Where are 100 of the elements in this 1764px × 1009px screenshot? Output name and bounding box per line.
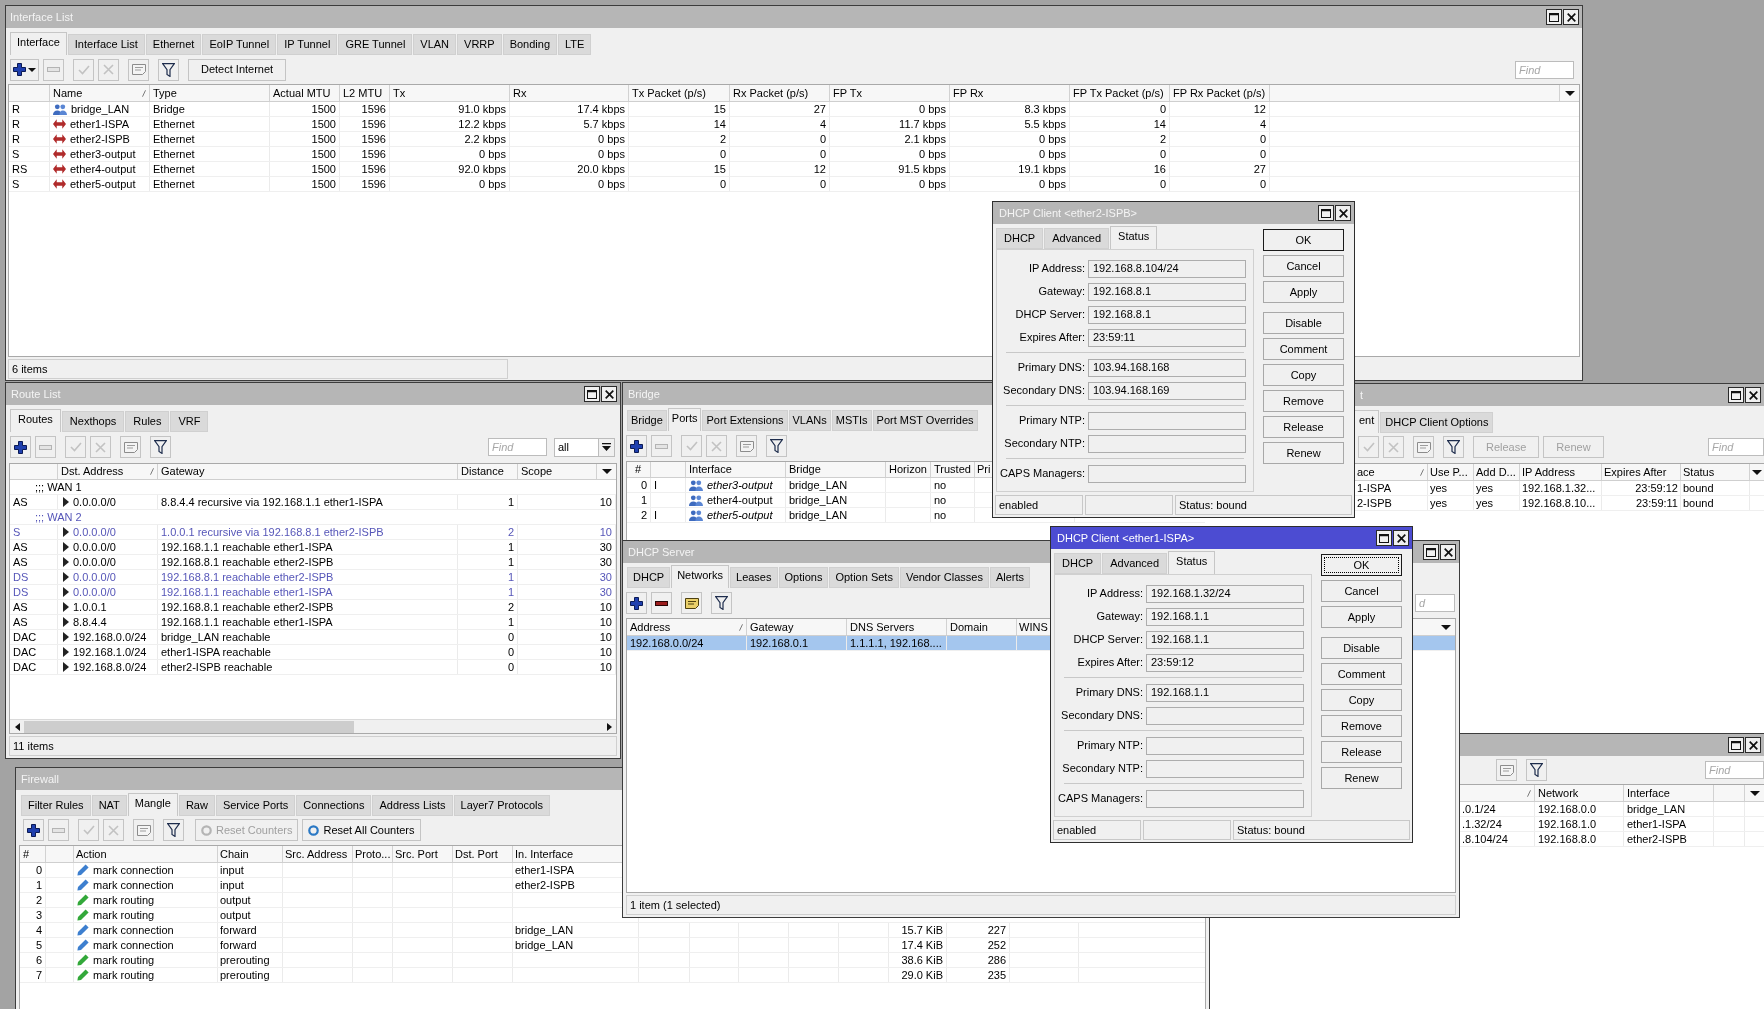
tab[interactable]: DHCP xyxy=(1054,553,1102,574)
column-header[interactable]: Distance xyxy=(461,464,504,479)
tab[interactable]: Raw xyxy=(178,795,215,816)
dialog-button[interactable]: Comment xyxy=(1321,663,1402,685)
caret-icon[interactable] xyxy=(1564,90,1575,96)
tab[interactable]: Routes xyxy=(10,409,61,432)
tab[interactable]: Vendor Classes xyxy=(899,567,989,588)
column-header[interactable]: Expires After xyxy=(1604,464,1667,480)
right-arrow-icon[interactable] xyxy=(606,722,612,731)
maximize-button[interactable] xyxy=(1728,387,1744,403)
dropdown[interactable]: all xyxy=(554,437,615,457)
tab[interactable]: Bonding xyxy=(502,34,557,55)
caret-icon[interactable] xyxy=(1441,624,1451,630)
column-header[interactable]: Trusted xyxy=(934,462,971,477)
tab[interactable]: ent xyxy=(1354,410,1380,433)
column-header[interactable]: Pri xyxy=(977,462,991,477)
find-field[interactable]: Find xyxy=(1515,60,1574,79)
tab[interactable]: GRE Tunnel xyxy=(338,34,413,55)
column-header[interactable]: Actual MTU xyxy=(273,85,331,101)
text-field[interactable] xyxy=(1146,706,1304,725)
filter-button[interactable] xyxy=(1443,436,1464,458)
add-button[interactable] xyxy=(10,58,39,81)
text-field[interactable]: 192.168.1.1 xyxy=(1146,607,1304,626)
column-header[interactable]: Gateway xyxy=(750,619,794,635)
text-field[interactable]: 192.168.1.1 xyxy=(1146,683,1304,702)
maximize-button[interactable] xyxy=(1728,737,1744,753)
find-field[interactable]: d xyxy=(1415,594,1455,612)
find-field[interactable]: Find xyxy=(1705,761,1764,779)
tab[interactable]: MSTIs xyxy=(831,410,872,431)
dialog-button[interactable]: Comment xyxy=(1263,338,1344,360)
filter-button[interactable] xyxy=(1526,759,1547,781)
column-header[interactable]: Network xyxy=(1538,785,1579,801)
column-header[interactable]: FP Rx xyxy=(953,85,984,101)
dialog-button[interactable]: OK xyxy=(1263,229,1344,251)
tab[interactable]: Port Extensions xyxy=(702,410,788,431)
column-header[interactable]: Tx Packet (p/s) xyxy=(632,85,706,101)
dialog-button[interactable]: Remove xyxy=(1321,715,1402,737)
column-header[interactable]: # xyxy=(635,462,642,477)
column-header[interactable]: Rx xyxy=(513,85,527,101)
column-header[interactable]: ace xyxy=(1357,464,1375,480)
find-field[interactable]: Find xyxy=(1708,438,1764,456)
dialog-button[interactable]: Disable xyxy=(1263,312,1344,334)
maximize-button[interactable] xyxy=(584,386,600,402)
tab[interactable]: Mangle xyxy=(127,793,178,816)
filter-button[interactable] xyxy=(766,435,787,457)
close-button[interactable] xyxy=(1393,530,1409,546)
tab[interactable]: Nexthops xyxy=(61,411,125,432)
scrollbar[interactable] xyxy=(10,719,616,733)
column-header[interactable]: FP Tx Packet (p/s) xyxy=(1073,85,1164,101)
column-header[interactable]: # xyxy=(23,846,30,862)
tab[interactable]: IP Tunnel xyxy=(277,34,338,55)
column-header[interactable]: Tx xyxy=(393,85,406,101)
tab[interactable]: Connections xyxy=(296,795,372,816)
text-field[interactable] xyxy=(1146,789,1304,808)
tab[interactable]: VLANs xyxy=(788,410,831,431)
maximize-button[interactable] xyxy=(1423,544,1439,560)
text-field[interactable]: 23:59:12 xyxy=(1146,653,1304,672)
add-button[interactable] xyxy=(626,435,647,457)
tab[interactable]: Address Lists xyxy=(372,795,453,816)
text-field[interactable] xyxy=(1146,736,1304,755)
caret-icon[interactable] xyxy=(601,469,612,474)
dialog-button[interactable]: Cancel xyxy=(1321,580,1402,602)
filter-button[interactable] xyxy=(150,436,171,458)
dialog-button[interactable]: Release xyxy=(1321,741,1402,763)
column-header[interactable]: Scope xyxy=(521,464,553,479)
comment-button[interactable] xyxy=(681,592,702,614)
toolbar-button[interactable]: Detect Internet xyxy=(188,58,287,81)
column-header[interactable]: Gateway xyxy=(161,464,205,479)
column-header[interactable]: In. Interface xyxy=(515,846,574,862)
tab[interactable]: Options xyxy=(778,567,829,588)
maximize-button[interactable] xyxy=(1318,205,1334,221)
dialog-button[interactable]: Disable xyxy=(1321,637,1402,659)
column-header[interactable]: WINS xyxy=(1019,619,1048,635)
filter-button[interactable] xyxy=(158,58,179,81)
tab[interactable]: Filter Rules xyxy=(21,795,91,816)
column-header[interactable]: Domain xyxy=(950,619,988,635)
column-header[interactable]: FP Tx xyxy=(833,85,862,101)
tab[interactable]: VRF xyxy=(170,411,209,432)
column-header[interactable]: Use P... xyxy=(1430,464,1468,480)
tab[interactable]: Advanced xyxy=(1102,553,1168,574)
column-header[interactable]: IP Address xyxy=(1522,464,1575,480)
add-button[interactable] xyxy=(10,436,31,458)
text-field[interactable]: 192.168.1.32/24 xyxy=(1146,584,1304,603)
tab[interactable]: Port MST Overrides xyxy=(872,410,978,431)
tab[interactable]: Interface List xyxy=(67,34,145,55)
find-field[interactable]: Find xyxy=(488,438,547,456)
text-field[interactable]: 192.168.8.104/24 xyxy=(1088,259,1246,278)
column-header[interactable]: DNS Servers xyxy=(850,619,915,635)
tab[interactable]: Alerts xyxy=(989,567,1031,588)
tab[interactable]: Status xyxy=(1168,551,1216,574)
tab[interactable]: VLAN xyxy=(413,34,457,55)
column-header[interactable]: Src. Port xyxy=(395,846,438,862)
tab[interactable]: DHCP xyxy=(996,228,1044,249)
triangle-icon[interactable] xyxy=(63,497,69,507)
tab[interactable]: Interface xyxy=(10,32,67,55)
text-field[interactable]: 103.94.168.169 xyxy=(1088,381,1246,400)
text-field[interactable] xyxy=(1088,434,1246,453)
column-header[interactable]: Interface xyxy=(1627,785,1670,801)
close-button[interactable] xyxy=(1745,387,1761,403)
filter-button[interactable] xyxy=(711,592,732,614)
